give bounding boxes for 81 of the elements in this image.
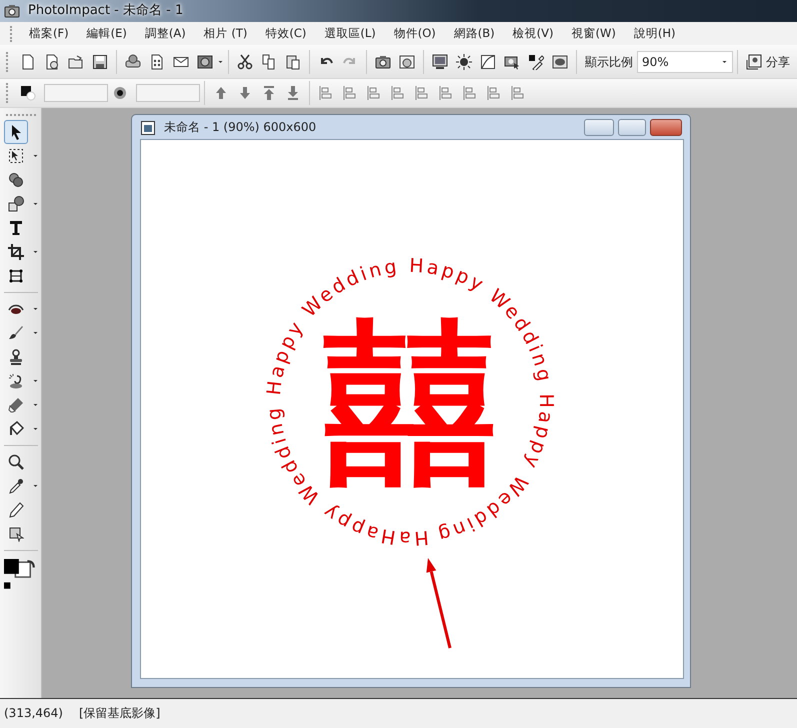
menu-item[interactable]: 相片 (T) xyxy=(194,24,256,42)
arrow-bottom-icon[interactable] xyxy=(285,85,301,101)
cut-icon[interactable] xyxy=(237,54,253,70)
zoom-select[interactable]: 90% xyxy=(637,50,733,72)
menu-item[interactable]: 檔案(F) xyxy=(20,24,78,42)
brush-icon[interactable] xyxy=(8,325,24,341)
marquee-icon[interactable] xyxy=(8,148,24,164)
save-icon[interactable] xyxy=(92,54,108,70)
caret-icon xyxy=(721,60,728,64)
camera-cursor-icon[interactable] xyxy=(504,54,520,70)
caret-icon xyxy=(32,307,39,311)
arrow-top-icon[interactable] xyxy=(261,85,277,101)
menu-item[interactable]: 編輯(E) xyxy=(78,24,136,42)
eyedropper-icon[interactable] xyxy=(8,478,24,494)
camera-frame-icon[interactable] xyxy=(399,54,415,70)
arrow-up-icon[interactable] xyxy=(213,85,229,101)
caret-icon xyxy=(32,427,39,431)
caret-icon xyxy=(32,202,39,206)
number-spin-field[interactable] xyxy=(44,84,108,102)
align-icon[interactable] xyxy=(390,85,406,101)
menu-item[interactable]: 特效(C) xyxy=(256,24,316,42)
document-title: 未命名 - 1 (90%) 600x600 xyxy=(164,119,316,136)
align-icon[interactable] xyxy=(318,85,334,101)
align-icon[interactable] xyxy=(510,85,526,101)
align-icon[interactable] xyxy=(414,85,430,101)
share-button[interactable]: 分享 xyxy=(766,52,790,70)
paste-icon[interactable] xyxy=(285,54,301,70)
caret-icon xyxy=(32,331,39,335)
window-title: PhotoImpact - 未命名 - 1 xyxy=(28,2,184,20)
camera-icon xyxy=(4,2,20,19)
camera-icon[interactable] xyxy=(375,54,391,70)
color-swatch-icon[interactable] xyxy=(20,85,36,101)
maximize-button[interactable] xyxy=(618,118,646,136)
menu-item[interactable]: 檢視(V) xyxy=(504,24,562,42)
lens-icon[interactable] xyxy=(552,54,568,70)
minimize-button[interactable] xyxy=(584,118,614,136)
zoom-icon[interactable] xyxy=(8,454,24,470)
menu-item[interactable]: 調整(A) xyxy=(136,24,195,42)
menu-item[interactable]: 物件(O) xyxy=(384,24,445,42)
pen-icon[interactable] xyxy=(8,502,24,518)
number-spin-field[interactable] xyxy=(136,84,200,102)
image-icon xyxy=(140,120,156,136)
align-icon[interactable] xyxy=(366,85,382,101)
status-text: [保留基底影像] xyxy=(79,704,160,722)
arrow-down-icon[interactable] xyxy=(237,85,253,101)
eyedropper-icon[interactable] xyxy=(528,54,544,70)
close-button[interactable] xyxy=(650,118,682,136)
transform-icon[interactable] xyxy=(8,268,24,284)
brightness-icon[interactable] xyxy=(456,54,472,70)
monitor-icon[interactable] xyxy=(432,54,448,70)
share-icon[interactable] xyxy=(746,54,762,70)
caret-icon xyxy=(32,154,39,158)
align-icon[interactable] xyxy=(342,85,358,101)
copy-icon[interactable] xyxy=(261,54,277,70)
spheres-icon[interactable] xyxy=(8,172,24,188)
caret-icon xyxy=(217,60,224,64)
open-folder-icon[interactable] xyxy=(68,54,84,70)
curve-graph-icon[interactable] xyxy=(480,54,496,70)
menu-item[interactable]: 選取區(L) xyxy=(315,24,385,42)
caret-icon xyxy=(32,484,39,488)
stamp-icon[interactable] xyxy=(8,349,24,365)
menu-item[interactable]: 說明(H) xyxy=(624,24,684,42)
caret-icon xyxy=(32,403,39,407)
text-tool-icon[interactable] xyxy=(8,220,24,236)
zoom-label: 顯示比例 xyxy=(585,54,633,70)
align-icon[interactable] xyxy=(486,85,502,101)
caret-icon xyxy=(32,379,39,383)
eraser-icon[interactable] xyxy=(8,397,24,413)
cursor-coordinates: (313,464) xyxy=(4,704,63,722)
document-clock-icon[interactable] xyxy=(44,54,60,70)
new-document-icon[interactable] xyxy=(20,54,36,70)
align-icon[interactable] xyxy=(438,85,454,101)
align-icon[interactable] xyxy=(462,85,478,101)
path-edit-icon[interactable] xyxy=(8,526,24,542)
caret-icon xyxy=(32,250,39,254)
menu-item[interactable]: 視窗(W) xyxy=(562,24,625,42)
shapes-icon[interactable] xyxy=(8,196,24,212)
soft-brush-icon[interactable] xyxy=(112,85,128,101)
page-grid-icon[interactable] xyxy=(149,54,165,70)
menu-item[interactable]: 網路(B) xyxy=(444,24,504,42)
crop-icon[interactable] xyxy=(8,244,24,260)
